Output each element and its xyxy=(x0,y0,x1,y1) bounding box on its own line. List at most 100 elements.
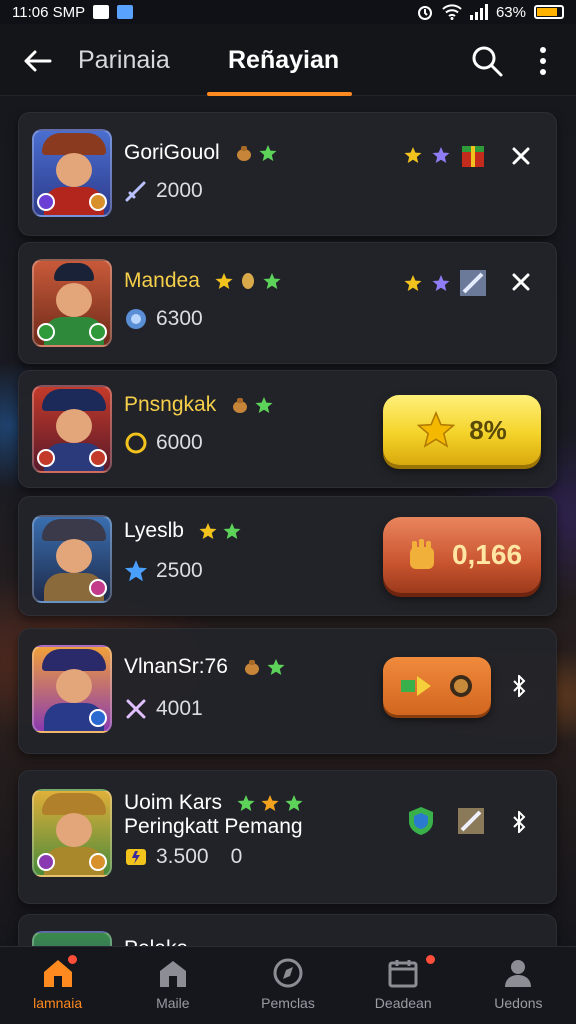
coin-badge-icon xyxy=(89,323,107,341)
shield-icon xyxy=(409,807,433,835)
sword-item-icon xyxy=(460,270,486,296)
ranking-list: GoriGouol 2000 Mandea 6300 Pnsngkak 6000… xyxy=(0,96,576,946)
reward-button[interactable]: 8% xyxy=(383,395,541,465)
power-button[interactable]: 0,166 xyxy=(383,517,541,593)
star-gold-icon xyxy=(199,523,217,540)
list-item[interactable]: Pelaka xyxy=(18,914,557,946)
nav-label: Deadean xyxy=(374,995,432,1011)
close-icon xyxy=(512,273,530,291)
gem-badge-icon xyxy=(89,709,107,727)
star-blue-icon xyxy=(124,560,148,582)
bluetooth-icon xyxy=(513,811,526,833)
bluetooth-icon xyxy=(513,675,526,697)
gem-badge-icon xyxy=(89,579,107,597)
player-name: VlnanSr:76 xyxy=(124,655,228,678)
gallery-icon xyxy=(117,5,134,19)
search-button[interactable] xyxy=(470,44,504,78)
bluetooth-button[interactable] xyxy=(509,809,529,835)
star-green-icon xyxy=(285,795,303,812)
calendar-icon xyxy=(388,960,418,988)
player-name: GoriGouol xyxy=(124,141,220,164)
star-gold-icon xyxy=(404,147,422,163)
star-purple-icon xyxy=(432,147,450,163)
battery-percent: 63% xyxy=(495,3,526,21)
bolt-icon xyxy=(126,849,146,865)
nav-item-uedons[interactable]: Uedons xyxy=(461,947,576,1024)
list-item[interactable]: Lyeslb 2500 0,166 xyxy=(18,496,557,616)
bag-icon xyxy=(244,660,259,676)
arrow-left-icon xyxy=(24,50,52,72)
sword-item-icon xyxy=(458,808,484,834)
nav-item-maile[interactable]: Maile xyxy=(115,947,230,1024)
more-dot-icon xyxy=(540,58,546,64)
coin-ring-icon xyxy=(125,432,147,454)
star-green-icon xyxy=(259,145,277,162)
house-icon xyxy=(159,961,186,987)
more-dot-icon xyxy=(540,69,546,75)
power-button-label: 0,166 xyxy=(451,539,523,570)
avatar xyxy=(32,385,112,473)
star-gold-icon xyxy=(404,275,422,291)
list-item[interactable]: Mandea 6300 xyxy=(18,242,557,364)
nav-label: Pemclas xyxy=(261,995,315,1011)
remove-button[interactable] xyxy=(508,143,534,169)
app-header: Parinaia Reñayian xyxy=(0,24,576,96)
status-time: 11:06 SMP xyxy=(12,3,86,21)
nav-item-pemclas[interactable]: Pemclas xyxy=(230,947,345,1024)
back-button[interactable] xyxy=(20,44,54,78)
player-subtitle: Peringkatt Pemang xyxy=(124,815,303,838)
close-icon xyxy=(512,147,530,165)
more-menu-button[interactable] xyxy=(530,44,556,78)
star-green-icon xyxy=(237,795,255,812)
list-item[interactable]: GoriGouol 2000 xyxy=(18,112,557,236)
bluetooth-button[interactable] xyxy=(509,673,529,699)
score-value: 6000 xyxy=(156,431,203,454)
list-item[interactable]: Pnsngkak 6000 8% xyxy=(18,370,557,488)
status-bar: 11:06 SMP 63% xyxy=(0,0,576,24)
arrows-icon xyxy=(401,676,431,696)
list-item[interactable]: VlnanSr:76 4001 xyxy=(18,628,557,754)
remove-button[interactable] xyxy=(508,269,534,295)
action-button[interactable] xyxy=(383,657,491,715)
nav-item-deadean[interactable]: Deadean xyxy=(346,947,461,1024)
score-value: 6300 xyxy=(156,307,203,330)
notification-dot xyxy=(68,955,77,964)
active-tab-indicator xyxy=(207,92,352,96)
avatar xyxy=(32,789,112,877)
player-name: Pnsngkak xyxy=(124,393,217,416)
gift-icon xyxy=(462,146,484,167)
star-green-icon xyxy=(267,659,285,676)
sword-icon xyxy=(125,181,146,202)
gem-icon xyxy=(126,309,146,329)
crossed-swords-icon xyxy=(126,699,146,719)
tab-renayian[interactable]: Reñayian xyxy=(228,46,339,75)
list-item[interactable]: Uoim Kars Peringkatt Pemang 3.500 0 xyxy=(18,770,557,904)
more-dot-icon xyxy=(540,47,546,53)
nav-item-lamnaia[interactable]: lamnaia xyxy=(0,947,115,1024)
score-value: 2000 xyxy=(156,179,203,202)
avatar xyxy=(32,259,112,347)
star-gold-icon xyxy=(417,411,456,448)
nav-label: Uedons xyxy=(494,995,543,1011)
player-name: Lyeslb xyxy=(124,519,184,542)
score-value: 3.500 xyxy=(156,845,209,868)
level-badge-icon xyxy=(37,449,55,467)
avatar xyxy=(32,931,112,946)
notification-dot xyxy=(425,955,435,964)
star-gold-icon xyxy=(261,795,279,812)
tab-parinaia[interactable]: Parinaia xyxy=(78,46,170,75)
reward-button-label: 8% xyxy=(469,414,507,445)
person-icon xyxy=(505,960,532,987)
search-icon xyxy=(472,46,503,77)
nav-label: Maile xyxy=(156,995,190,1011)
avatar xyxy=(32,515,112,603)
score-value: 4001 xyxy=(156,697,203,720)
avatar xyxy=(32,129,112,217)
star-gold-icon xyxy=(215,273,233,290)
star-green-icon xyxy=(223,523,241,540)
compass-icon xyxy=(273,958,303,988)
bag-icon xyxy=(236,146,251,162)
toggle-knob-icon xyxy=(450,675,472,697)
star-green-icon xyxy=(255,397,273,414)
star-purple-icon xyxy=(432,275,450,291)
